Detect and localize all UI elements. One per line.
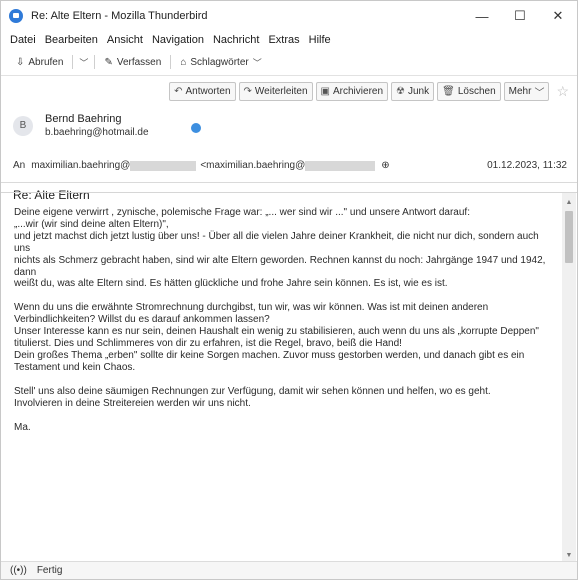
pencil-icon: ✎ <box>104 56 113 68</box>
recipient-address-part[interactable]: maximilian.baehring@ <box>31 160 130 171</box>
status-bar: ((•)) Fertig <box>1 561 577 579</box>
main-toolbar: ⇩ Abrufen ﹀ ✎ Verfassen ⌂ Schlagwörter ﹀ <box>1 49 577 76</box>
contact-card-icon[interactable] <box>191 123 201 133</box>
delete-button[interactable]: 🗑 Löschen <box>437 82 501 101</box>
menu-edit[interactable]: Bearbeiten <box>45 34 98 46</box>
body-paragraph: Deine eigene verwirrt , zynische, polemi… <box>14 207 546 290</box>
sender-email[interactable]: b.baehring@hotmail.de <box>45 127 149 138</box>
window-title: Re: Alte Eltern - Mozilla Thunderbird <box>31 10 208 22</box>
message-header: ↶ Antworten ↷ Weiterleiten ▣ Archivieren… <box>1 76 577 202</box>
reply-label: Antworten <box>185 86 231 97</box>
scroll-up-icon[interactable]: ▲ <box>562 195 576 209</box>
forward-label: Weiterleiten <box>254 86 308 97</box>
recipient-row: An maximilian.baehring@ <maximilian.baeh… <box>13 160 567 171</box>
menu-message[interactable]: Nachricht <box>213 34 259 46</box>
sender-name[interactable]: Bernd Baehring <box>45 113 149 125</box>
minimize-button[interactable]: — <box>463 1 501 31</box>
menu-tools[interactable]: Extras <box>268 34 299 46</box>
menu-file[interactable]: Datei <box>10 34 36 46</box>
archive-button[interactable]: ▣ Archivieren <box>315 82 389 101</box>
message-text: Deine eigene verwirrt , zynische, polemi… <box>14 207 552 434</box>
to-label: An <box>13 160 26 171</box>
more-button[interactable]: Mehr ﹀ <box>503 82 550 101</box>
compose-label: Verfassen <box>116 56 162 68</box>
archive-icon: ▣ <box>320 86 330 97</box>
delete-label: Löschen <box>457 86 496 97</box>
title-bar: Re: Alte Eltern - Mozilla Thunderbird — … <box>1 1 577 31</box>
tag-icon: ⌂ <box>180 56 187 68</box>
menu-bar: Datei Bearbeiten Ansicht Navigation Nach… <box>1 31 577 49</box>
body-paragraph: Stell' uns also deine säumigen Rechnunge… <box>14 385 491 409</box>
message-actions: ↶ Antworten ↷ Weiterleiten ▣ Archivieren… <box>169 82 569 101</box>
body-paragraph: Ma. <box>14 421 31 433</box>
junk-button[interactable]: ☢ Junk <box>391 82 435 101</box>
toolbar-divider <box>170 55 172 69</box>
get-mail-button[interactable]: ⇩ Abrufen <box>13 55 66 70</box>
redacted-block <box>305 160 376 171</box>
download-icon: ⇩ <box>16 56 25 68</box>
sender-info: B Bernd Baehring b.baehring@hotmail.de <box>13 113 201 138</box>
close-button[interactable]: ✕ <box>539 1 577 31</box>
message-body: Deine eigene verwirrt , zynische, polemi… <box>1 192 577 564</box>
get-mail-label: Abrufen <box>28 56 64 68</box>
menu-view[interactable]: Ansicht <box>107 34 143 46</box>
recipient-display[interactable]: <maximilian.baehring@ <box>200 160 305 171</box>
sender-details: Bernd Baehring b.baehring@hotmail.de <box>45 113 201 138</box>
status-text: Fertig <box>36 565 63 576</box>
junk-icon: ☢ <box>396 86 405 97</box>
tags-button[interactable]: ⌂ Schlagwörter ﹀ <box>177 54 264 71</box>
reply-button[interactable]: ↶ Antworten <box>169 82 236 101</box>
chevron-down-icon: ﹀ <box>534 88 545 99</box>
get-mail-dropdown-icon[interactable]: ﹀ <box>79 56 88 69</box>
thunderbird-window: Re: Alte Eltern - Mozilla Thunderbird — … <box>0 0 578 580</box>
trash-icon: 🗑 <box>442 86 455 97</box>
toolbar-divider <box>94 55 96 69</box>
toolbar-divider <box>72 55 74 69</box>
vertical-scrollbar[interactable]: ▲ ▼ <box>562 193 576 564</box>
tags-label: Schlagwörter <box>190 56 249 68</box>
more-label: Mehr <box>508 86 532 97</box>
body-paragraph: Wenn du uns die erwähnte Stromrechnung d… <box>14 302 539 373</box>
scroll-thumb[interactable] <box>565 211 573 263</box>
scroll-down-icon[interactable]: ▼ <box>562 548 576 562</box>
message-date: 01.12.2023, 11:32 <box>487 160 567 171</box>
menu-navigation[interactable]: Navigation <box>152 34 204 46</box>
junk-label: Junk <box>408 86 430 97</box>
archive-label: Archivieren <box>333 86 384 97</box>
reply-icon: ↶ <box>174 86 183 97</box>
activity-icon: ((•)) <box>10 565 27 576</box>
forward-icon: ↷ <box>243 86 252 97</box>
thunderbird-icon <box>9 9 23 23</box>
forward-button[interactable]: ↷ Weiterleiten <box>238 82 313 101</box>
star-icon[interactable]: ☆ <box>556 83 569 100</box>
chevron-down-icon: ﹀ <box>252 57 262 68</box>
avatar: B <box>13 115 33 136</box>
redacted-block <box>130 160 197 171</box>
compose-button[interactable]: ✎ Verfassen <box>101 55 164 70</box>
contact-status-icon[interactable]: ⊕ <box>381 160 389 171</box>
maximize-button[interactable]: ☐ <box>501 1 539 31</box>
menu-help[interactable]: Hilfe <box>309 34 331 46</box>
